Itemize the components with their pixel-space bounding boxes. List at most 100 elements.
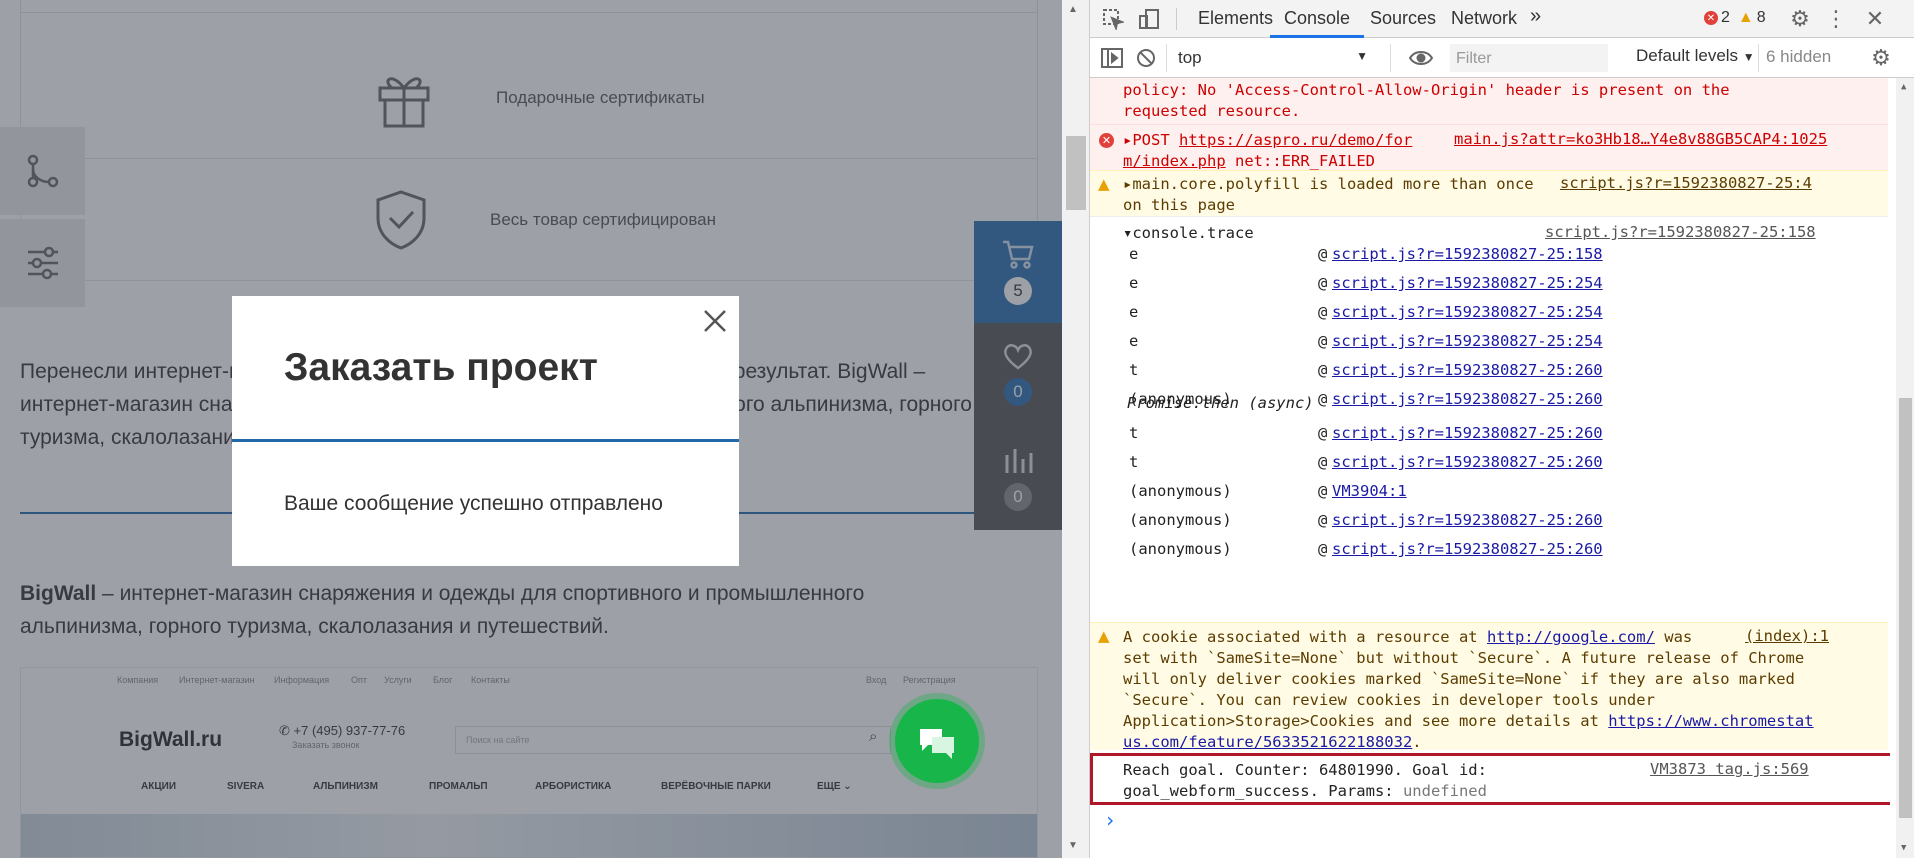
warnings-count: 8: [1756, 9, 1766, 26]
inspect-icon[interactable]: [1100, 6, 1126, 32]
details-link[interactable]: us.com/feature/5633521622188032: [1123, 733, 1412, 751]
eye-icon[interactable]: [1408, 46, 1434, 70]
console-error: ✕ ▸POST https://aspro.ru/demo/for m/inde…: [1090, 124, 1888, 170]
close-icon[interactable]: ✕: [1862, 6, 1888, 32]
message-text: policy: No 'Access-Control-Allow-Origin'…: [1123, 81, 1730, 120]
details-link[interactable]: https://www.chromestat: [1608, 712, 1813, 730]
expand-icon[interactable]: ▸: [1123, 131, 1132, 149]
more-vertical-icon[interactable]: ⋮: [1825, 6, 1847, 32]
page-scrollbar[interactable]: ▲ ▼: [1062, 0, 1090, 858]
frame-source-link[interactable]: script.js?r=1592380827-25:260: [1332, 387, 1603, 411]
frame-function: e: [1129, 274, 1139, 292]
context-value: top: [1178, 48, 1202, 67]
tab-network[interactable]: Network: [1439, 0, 1529, 38]
frame-source-link[interactable]: script.js?r=1592380827-25:260: [1332, 358, 1603, 382]
frame-source-link[interactable]: script.js?r=1592380827-25:260: [1332, 508, 1603, 532]
error-warning-counter[interactable]: ✕ 2 ▲ 8: [1704, 9, 1766, 27]
message-text: ▸POST https://aspro.ru/demo/for: [1123, 131, 1413, 149]
more-tabs-button[interactable]: »: [1530, 0, 1541, 38]
levels-select[interactable]: Default levels ▼: [1636, 46, 1755, 66]
frame-source-link[interactable]: script.js?r=1592380827-25:254: [1332, 271, 1603, 295]
modal-title: Заказать проект: [284, 346, 598, 389]
message-text: us.com/feature/5633521622188032.: [1123, 733, 1422, 751]
stack-frame: t @ script.js?r=1592380827-25:260: [1090, 421, 1888, 445]
frame-at: @: [1318, 424, 1328, 442]
stack-frame: (anonymous) @ script.js?r=1592380827-25:26…: [1090, 537, 1888, 561]
console-toolbar: top ▼ Filter Default levels ▼ 6 hidden ⚙: [1090, 38, 1914, 78]
stack-frame: (anonymous) @ VM3904:1: [1090, 479, 1888, 503]
frame-source-link[interactable]: script.js?r=1592380827-25:260: [1332, 421, 1603, 445]
frame-source-link[interactable]: VM3904:1: [1332, 479, 1407, 503]
console-settings-icon[interactable]: ⚙: [1868, 45, 1894, 70]
frame-at: @: [1318, 303, 1328, 321]
filter-input[interactable]: Filter: [1450, 44, 1608, 72]
stack-frame: e @ script.js?r=1592380827-25:254: [1090, 271, 1888, 295]
cookie-link[interactable]: http://google.com/: [1487, 628, 1655, 646]
context-select[interactable]: top ▼: [1174, 42, 1374, 74]
frame-source-link[interactable]: script.js?r=1592380827-25:158: [1332, 242, 1603, 266]
collapse-icon[interactable]: ▾: [1123, 224, 1132, 242]
sidebar-toggle-icon[interactable]: [1100, 46, 1124, 70]
stack-frame: e @ script.js?r=1592380827-25:254: [1090, 329, 1888, 353]
stack-frame: e @ script.js?r=1592380827-25:254: [1090, 300, 1888, 324]
console-scrollbar[interactable]: ▲ ▼: [1896, 78, 1914, 858]
console-trace: ▾console.trace script.js?r=1592380827-25…: [1090, 216, 1888, 592]
device-toggle-icon[interactable]: [1136, 6, 1162, 32]
chevron-down-icon: ▼: [1356, 49, 1368, 63]
scroll-down-icon[interactable]: ▼: [1068, 840, 1078, 851]
frame-source-link[interactable]: script.js?r=1592380827-25:254: [1332, 329, 1603, 353]
scroll-up-icon[interactable]: ▲: [1901, 82, 1906, 92]
message-text: ▸main.core.polyfill is loaded more than …: [1123, 175, 1534, 214]
request-url[interactable]: m/index.php: [1123, 152, 1226, 170]
console-warning: ▲ ▸main.core.polyfill is loaded more tha…: [1090, 170, 1888, 216]
warning-icon: ▲: [1098, 175, 1110, 193]
error-icon: ✕: [1704, 11, 1718, 25]
expand-icon[interactable]: ▸: [1123, 175, 1132, 193]
frame-source-link[interactable]: script.js?r=1592380827-25:260: [1332, 450, 1603, 474]
source-link[interactable]: script.js?r=1592380827-25:4: [1560, 174, 1812, 192]
scrollbar-thumb[interactable]: [1066, 136, 1086, 210]
close-button[interactable]: [700, 306, 730, 336]
scrollbar-thumb[interactable]: [1899, 398, 1912, 818]
chat-button[interactable]: [895, 699, 979, 783]
frame-at: @: [1318, 482, 1328, 500]
frame-at: @: [1318, 245, 1328, 263]
message-text: set with `SameSite=None` but without `Se…: [1123, 649, 1814, 730]
frame-source-link[interactable]: script.js?r=1592380827-25:254: [1332, 300, 1603, 324]
frame-function: e: [1129, 303, 1139, 321]
stack-frame: (anonymous) @ script.js?r=1592380827-25:26…: [1090, 508, 1888, 532]
frame-at: @: [1318, 511, 1328, 529]
divider: [1390, 44, 1391, 72]
divider: [1166, 44, 1167, 72]
frame-function: (anonymous): [1129, 482, 1232, 500]
gear-icon[interactable]: ⚙: [1787, 6, 1813, 32]
warning-icon: ▲: [1737, 9, 1754, 26]
console-error: policy: No 'Access-Control-Allow-Origin'…: [1090, 78, 1888, 124]
console-prompt[interactable]: ›: [1104, 810, 1116, 831]
frame-at: @: [1318, 540, 1328, 558]
frame-at: @: [1318, 361, 1328, 379]
frame-function: t: [1129, 361, 1139, 379]
scroll-up-icon[interactable]: ▲: [1068, 4, 1078, 15]
source-link[interactable]: (index):1: [1745, 627, 1829, 645]
source-link[interactable]: main.js?attr=ko3Hb18…Y4e8v88GB5CAP4:1025: [1454, 130, 1827, 148]
clear-console-icon[interactable]: [1134, 46, 1158, 70]
divider: [1176, 8, 1177, 30]
frame-at: @: [1318, 390, 1328, 408]
chat-icon: [920, 729, 954, 759]
request-url[interactable]: https://aspro.ru/demo/for: [1179, 131, 1412, 149]
order-project-modal: Заказать проект Ваше сообщение успешно о…: [232, 296, 739, 566]
errors-count: 2: [1721, 9, 1730, 26]
frame-source-link[interactable]: script.js?r=1592380827-25:260: [1332, 537, 1603, 561]
tab-sources[interactable]: Sources: [1358, 0, 1448, 38]
chevron-down-icon: ▼: [1742, 50, 1755, 64]
tab-console[interactable]: Console: [1270, 0, 1365, 38]
source-link[interactable]: script.js?r=1592380827-25:158: [1545, 223, 1816, 241]
message-text: A cookie associated with a resource at h…: [1123, 628, 1693, 646]
scroll-down-icon[interactable]: ▼: [1901, 843, 1906, 853]
frame-function: (anonymous): [1129, 511, 1232, 529]
warning-icon: ▲: [1098, 627, 1110, 645]
stack-frame: t @ script.js?r=1592380827-25:260: [1090, 450, 1888, 474]
frame-at: @: [1318, 274, 1328, 292]
frame-function: (anonymous): [1129, 540, 1232, 558]
